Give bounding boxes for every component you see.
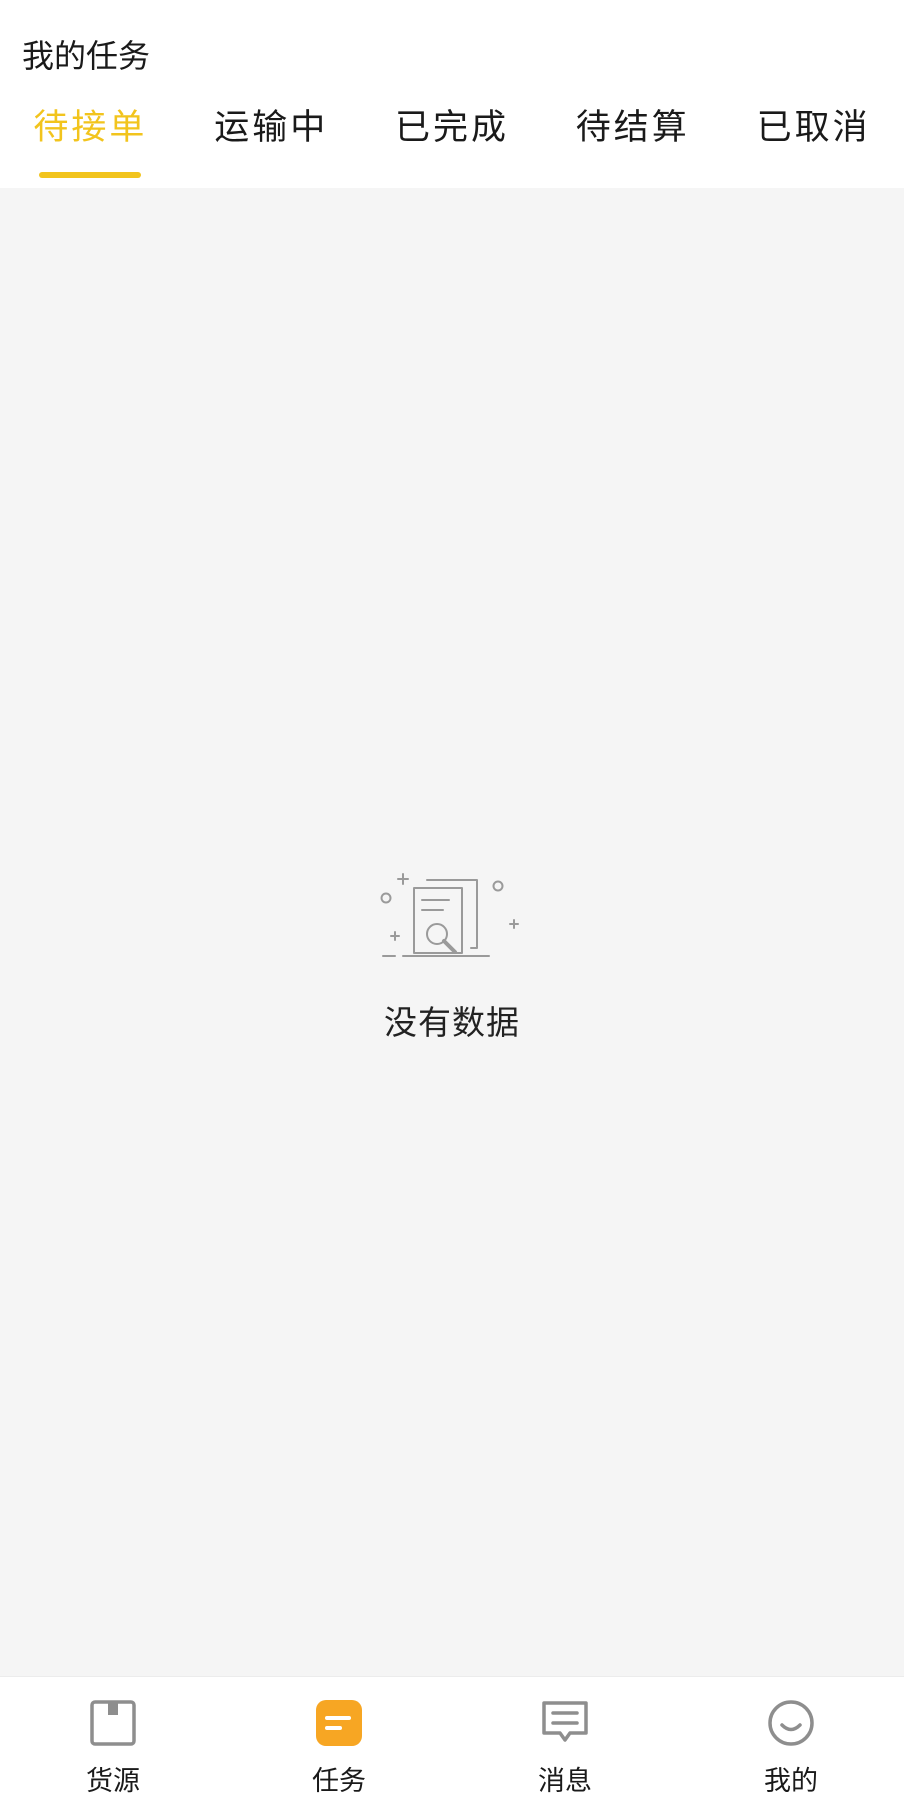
tab-in-transit[interactable]: 运输中 [181,104,362,184]
page-title: 我的任务 [22,37,151,75]
empty-message: 没有数据 [384,1003,520,1042]
tab-pending-accept[interactable]: 待接单 [0,104,181,184]
nav-item-profile[interactable]: 我的 [678,1677,904,1808]
message-icon [542,1701,588,1742]
tab-pending-settlement[interactable]: 待结算 [542,104,723,184]
nav-label: 货源 [86,1766,140,1797]
empty-state: 没有数据 [0,868,904,1044]
task-icon [316,1700,362,1746]
tab-cancelled[interactable]: 已取消 [723,104,904,184]
nav-label: 我的 [764,1766,818,1797]
nav-item-messages[interactable]: 消息 [452,1677,678,1808]
tab-label: 已完成 [394,108,509,148]
nav-label: 任务 [312,1766,366,1797]
app-screen: 我的任务 待接单 运输中 已完成 待结算 已取消 没有数据 货源 任务 消息 我… [0,0,904,1808]
nav-label: 消息 [538,1766,592,1797]
active-tab-indicator [39,172,142,178]
box-icon [90,1700,136,1746]
tab-label: 待结算 [575,108,690,148]
tab-completed[interactable]: 已完成 [362,104,543,184]
task-list-area[interactable]: 没有数据 [0,188,904,1676]
nav-item-tasks[interactable]: 任务 [226,1677,452,1808]
empty-document-search-icon [380,873,519,957]
tab-label: 运输中 [214,108,329,148]
tab-label: 已取消 [756,108,871,148]
bottom-navigation: 货源 任务 消息 我的 [0,1676,904,1808]
status-tabs: 待接单 运输中 已完成 待结算 已取消 [0,104,904,184]
profile-smile-icon [768,1700,814,1746]
nav-item-supply[interactable]: 货源 [0,1677,226,1808]
